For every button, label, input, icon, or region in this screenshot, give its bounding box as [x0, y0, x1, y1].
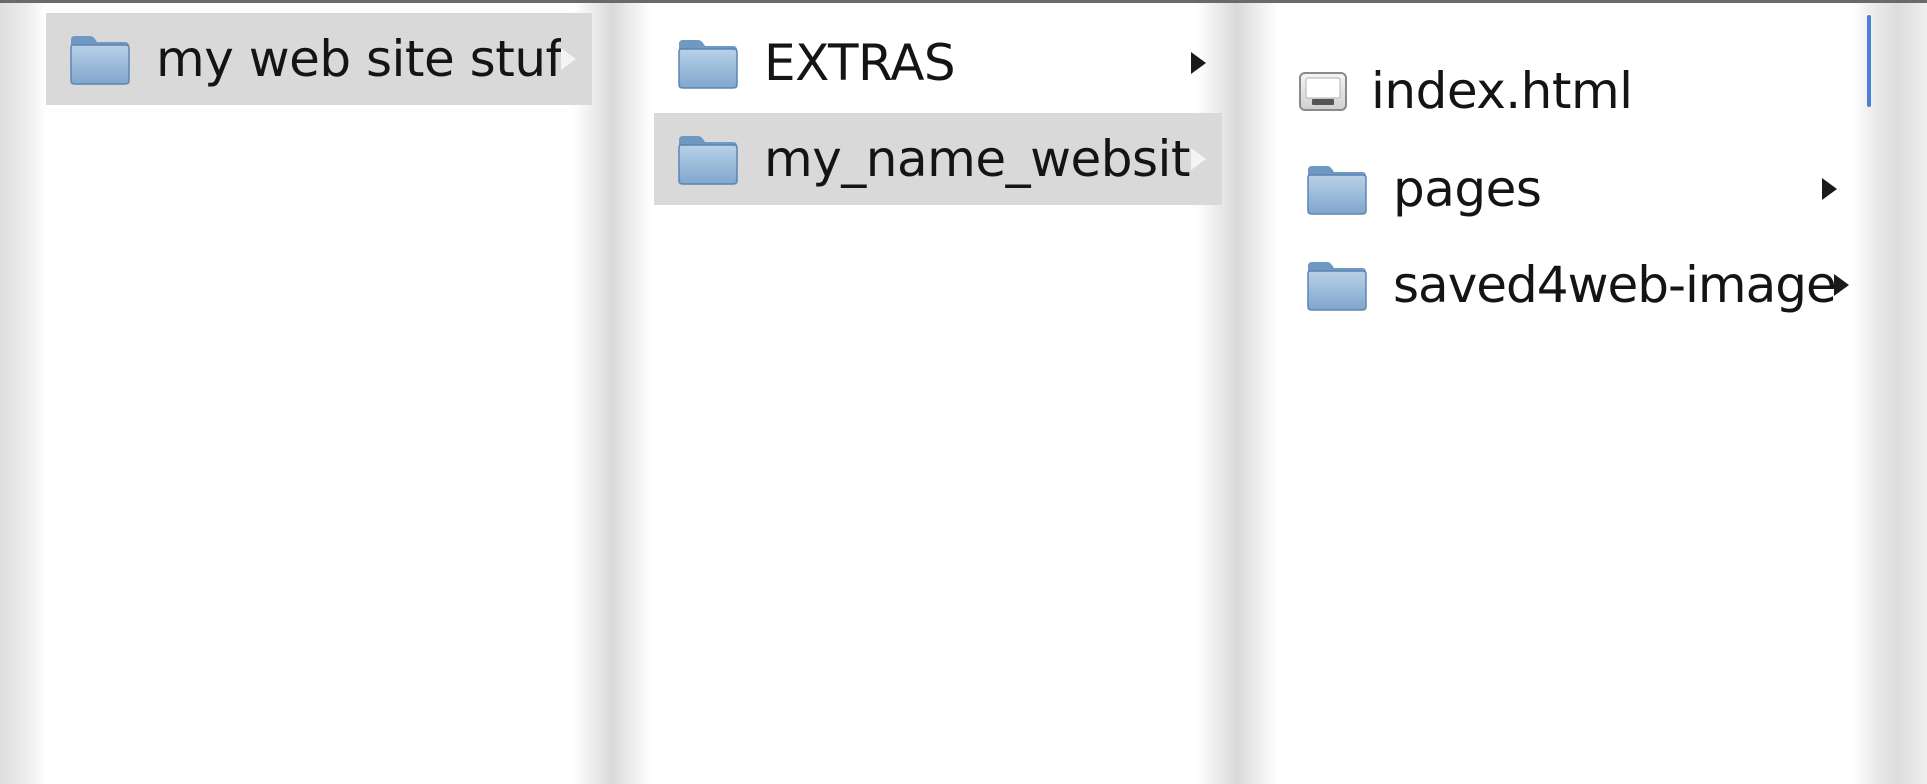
html-file-icon — [1297, 68, 1349, 114]
folder-icon — [676, 132, 740, 186]
folder-label: EXTRAS — [764, 34, 956, 92]
folder-label: saved4web-images — [1393, 256, 1834, 314]
folder-row-pages[interactable]: pages — [1283, 143, 1853, 235]
folder-row-saved4web-images[interactable]: saved4web-images — [1283, 239, 1853, 331]
folder-icon — [1305, 258, 1369, 312]
column-1 — [0, 3, 597, 784]
folder-label: my web site stuff — [156, 30, 561, 88]
folder-icon — [676, 36, 740, 90]
disclosure-arrow-icon — [1191, 52, 1206, 74]
scroll-indicator[interactable] — [1867, 15, 1871, 107]
disclosure-arrow-icon — [1822, 178, 1837, 200]
folder-label: my_name_website — [764, 130, 1191, 188]
disclosure-arrow-icon — [1834, 274, 1849, 296]
disclosure-arrow-icon — [561, 48, 576, 70]
folder-row-my-name-website[interactable]: my_name_website — [654, 113, 1222, 205]
folder-row-extras[interactable]: EXTRAS — [654, 17, 1222, 109]
folder-icon — [1305, 162, 1369, 216]
finder-column-browser: my web site stuff EXTRAS my_name_website… — [0, 0, 1927, 784]
file-label: index.html — [1371, 62, 1633, 120]
disclosure-arrow-icon — [1191, 148, 1206, 170]
column-4 — [1876, 3, 1927, 784]
folder-label: pages — [1393, 160, 1542, 218]
file-row-index-html[interactable]: index.html — [1283, 45, 1853, 137]
folder-row-my-web-site-stuff[interactable]: my web site stuff — [46, 13, 592, 105]
folder-icon — [68, 32, 132, 86]
